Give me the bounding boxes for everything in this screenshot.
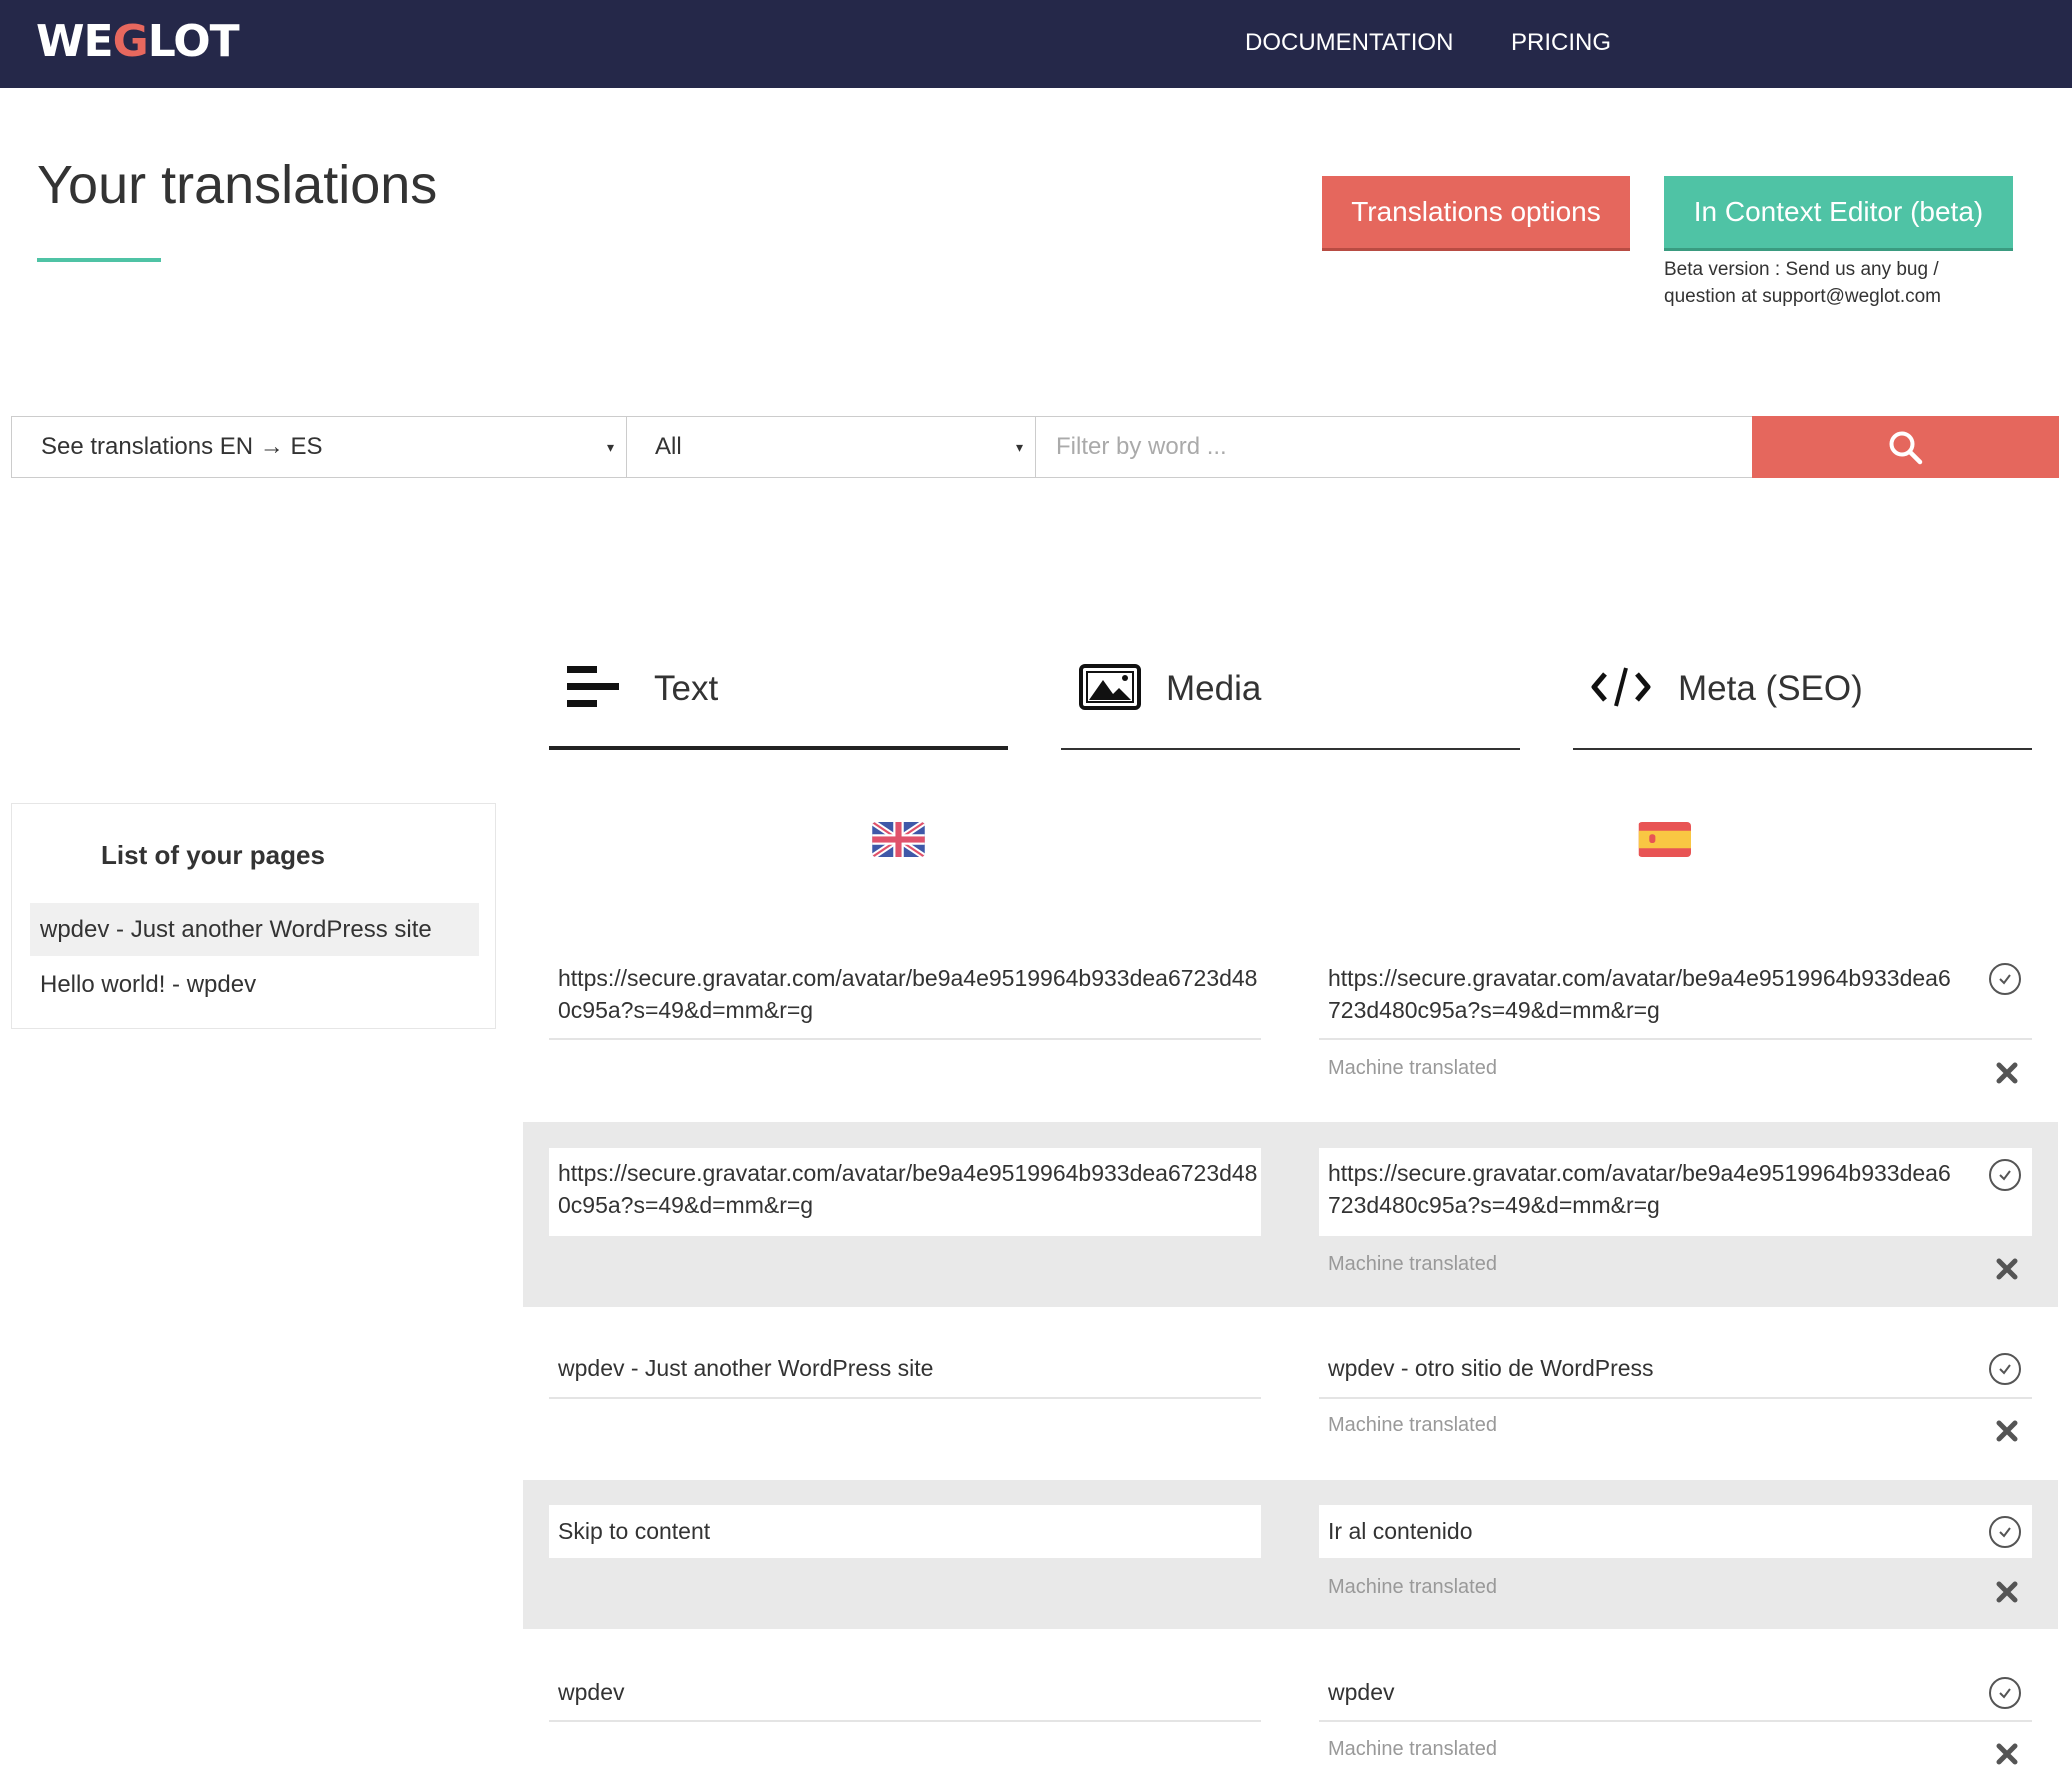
tab-media-label: Media: [1166, 669, 1262, 708]
logo-part-2: LOT: [147, 16, 240, 67]
filter-bar: See translations EN → ES ▾ All ▾: [11, 416, 2059, 478]
pages-sidebar: List of your pages wpdev - Just another …: [11, 803, 496, 1029]
tab-underline: [1061, 748, 1520, 750]
search-icon: [1889, 431, 1923, 465]
target-text[interactable]: https://secure.gravatar.com/avatar/be9a4…: [1319, 1148, 2032, 1236]
tab-meta-label: Meta (SEO): [1678, 669, 1863, 708]
tab-media[interactable]: Media: [1061, 650, 1520, 750]
beta-note: Beta version : Send us any bug / questio…: [1664, 259, 1941, 307]
weglot-logo[interactable]: WEGLOT: [36, 16, 240, 68]
status-label: Machine translated: [1328, 1253, 1497, 1275]
type-select[interactable]: All ▾: [627, 417, 1036, 477]
row-divider: [549, 1397, 1261, 1399]
check-circle-icon[interactable]: [1988, 962, 2022, 996]
text-lines-icon: [567, 666, 619, 707]
title-underline: [37, 258, 161, 262]
source-text: https://secure.gravatar.com/avatar/be9a4…: [549, 1148, 1261, 1236]
row-divider: [1319, 1397, 2032, 1399]
sidebar-item-page[interactable]: wpdev - Just another WordPress site: [30, 903, 479, 956]
check-circle-icon[interactable]: [1988, 1158, 2022, 1192]
target-text[interactable]: Ir al contenido: [1319, 1505, 2032, 1558]
close-icon[interactable]: [1995, 1419, 2019, 1443]
target-text[interactable]: wpdev - otro sitio de WordPress: [1319, 1352, 2032, 1384]
source-text: Skip to content: [549, 1505, 1261, 1558]
sidebar-item-page[interactable]: Hello world! - wpdev: [30, 958, 479, 1011]
top-nav-bar: WEGLOT DOCUMENTATION PRICING: [0, 0, 2072, 88]
row-divider: [549, 1038, 1261, 1040]
status-label: Machine translated: [1328, 1414, 1497, 1436]
source-text: https://secure.gravatar.com/avatar/be9a4…: [558, 965, 1258, 1023]
translations-options-button[interactable]: Translations options: [1322, 176, 1630, 251]
status-label: Machine translated: [1328, 1057, 1497, 1079]
row-divider: [549, 1720, 1261, 1722]
language-pair-value: See translations EN → ES: [41, 433, 323, 460]
page-title: Your translations: [37, 155, 438, 215]
image-icon: [1079, 664, 1141, 710]
uk-flag-icon: [872, 822, 925, 857]
row-divider: [1319, 1038, 2032, 1040]
target-text[interactable]: wpdev: [1319, 1676, 2032, 1708]
close-icon[interactable]: [1995, 1580, 2019, 1604]
tab-underline: [1573, 748, 2032, 750]
sidebar-title: List of your pages: [101, 840, 325, 870]
close-icon[interactable]: [1995, 1742, 2019, 1766]
language-pair-select[interactable]: See translations EN → ES ▾: [12, 417, 627, 477]
check-circle-icon[interactable]: [1988, 1352, 2022, 1386]
tab-text[interactable]: Text: [549, 650, 1008, 750]
in-context-editor-button[interactable]: In Context Editor (beta): [1664, 176, 2013, 251]
caret-down-icon: ▾: [1015, 439, 1023, 455]
caret-down-icon: ▾: [606, 439, 614, 455]
code-icon: [1591, 667, 1651, 707]
nav-documentation-link[interactable]: DOCUMENTATION: [1245, 28, 1453, 58]
close-icon[interactable]: [1995, 1061, 2019, 1085]
status-label: Machine translated: [1328, 1576, 1497, 1598]
search-button[interactable]: [1752, 416, 2059, 478]
target-text[interactable]: https://secure.gravatar.com/avatar/be9a4…: [1319, 962, 2032, 1026]
tab-meta-seo[interactable]: Meta (SEO): [1573, 650, 2032, 750]
row-divider: [1319, 1720, 2032, 1722]
tab-text-label: Text: [654, 669, 719, 708]
filter-by-word-input[interactable]: [1036, 417, 1752, 477]
source-text: wpdev - Just another WordPress site: [558, 1355, 934, 1381]
type-select-value: All: [655, 433, 682, 460]
logo-part-g: G: [112, 16, 149, 67]
spain-flag-icon: [1638, 822, 1691, 857]
source-text: wpdev: [558, 1679, 625, 1705]
nav-pricing-link[interactable]: PRICING: [1511, 28, 1611, 58]
status-label: Machine translated: [1328, 1738, 1497, 1760]
logo-part-1: WE: [36, 16, 114, 67]
check-circle-icon[interactable]: [1988, 1676, 2022, 1710]
tab-underline: [549, 746, 1008, 750]
close-icon[interactable]: [1995, 1257, 2019, 1281]
check-circle-icon[interactable]: [1988, 1515, 2022, 1549]
